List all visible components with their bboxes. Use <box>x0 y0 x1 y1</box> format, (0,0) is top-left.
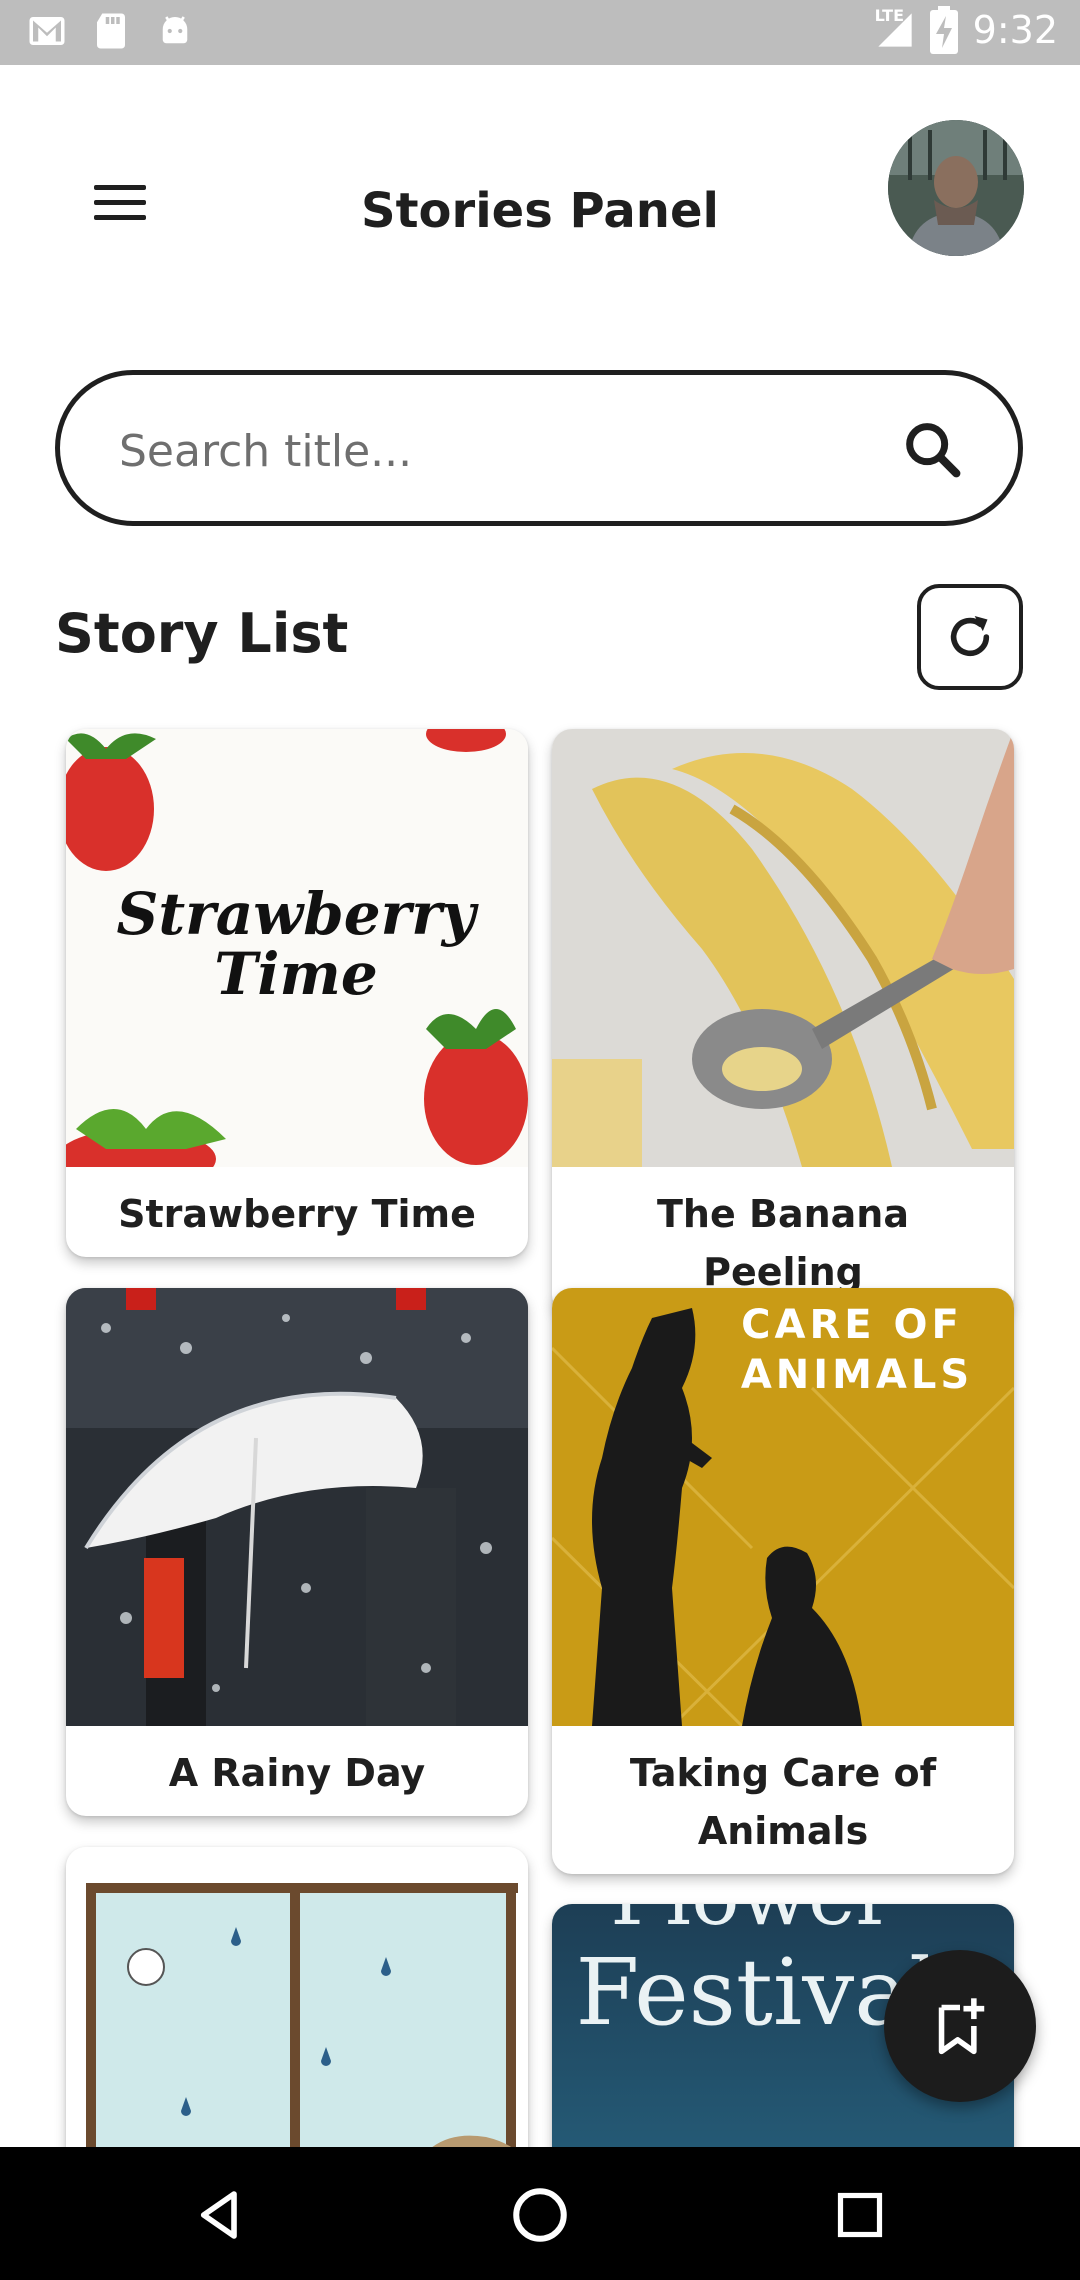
story-cover-image <box>552 729 1014 1167</box>
story-card[interactable]: A Rainy Day <box>66 1288 528 1816</box>
story-title: A Rainy Day <box>168 1751 426 1795</box>
story-card[interactable]: CARE OF ANIMALS Taking Care of Animals <box>552 1288 1014 1874</box>
nav-recents-button[interactable] <box>822 2177 898 2253</box>
story-cover-image <box>66 1288 528 1726</box>
story-cover-image: CARE OF ANIMALS <box>552 1288 1014 1726</box>
cover-text-line1: Strawberry <box>116 880 479 948</box>
story-cover-image: Strawberry Time <box>66 729 528 1167</box>
story-title: Strawberry Time <box>118 1192 476 1236</box>
home-icon <box>513 2188 567 2242</box>
cover-text-line2: Time <box>214 940 377 1008</box>
nav-back-button[interactable] <box>182 2177 258 2253</box>
bookmark-add-icon <box>938 1998 985 2055</box>
back-icon <box>200 2191 237 2239</box>
cover-text-line1: CARE OF <box>741 1302 963 1348</box>
system-navigation-bar <box>0 2147 1080 2280</box>
recents-icon <box>837 2192 883 2238</box>
cover-text-line2: ANIMALS <box>741 1352 973 1398</box>
story-cover-image <box>66 1847 528 2147</box>
story-card[interactable] <box>66 1847 528 2147</box>
cover-text-line1: Flower <box>610 1904 894 1943</box>
story-card[interactable]: Strawberry Time Strawberry Time <box>66 729 528 1257</box>
add-bookmark-fab[interactable] <box>884 1950 1036 2102</box>
story-grid: Strawberry Time Strawberry Time The Bana… <box>0 0 1080 2147</box>
nav-home-button[interactable] <box>502 2177 578 2253</box>
story-title: Taking Care of Animals <box>629 1751 937 1853</box>
story-card[interactable]: The Banana Peeling <box>552 729 1014 1315</box>
